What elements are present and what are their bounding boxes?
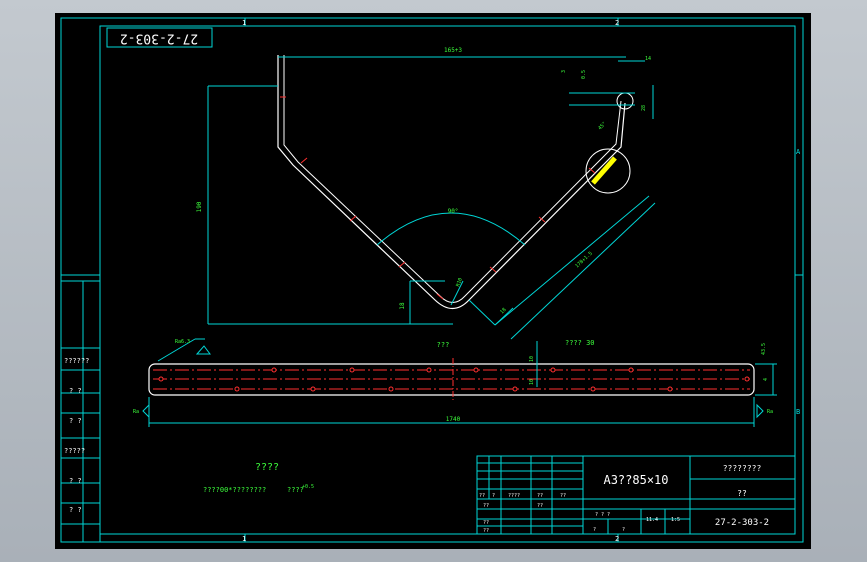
- drawing-sheet: 1 2 1 2 A B 27-2-303-2 ?????? ? ? ? ? ??…: [55, 13, 811, 549]
- bent-plate-view: 165+3 190 18 90° R10 18 178+1.5 14 28 3 …: [196, 47, 656, 340]
- zone-label-right-b: B: [796, 408, 800, 416]
- inner-frame: [99, 25, 796, 535]
- dim-plate-small: 10: [529, 379, 535, 385]
- dim-detail-height: 28: [641, 105, 647, 111]
- dim-small-height: 18: [399, 302, 406, 310]
- dim-top-width: 165+3: [444, 47, 462, 54]
- left-strip-cell: ? ?: [69, 417, 82, 425]
- dim-slant-length: 178+1.5: [574, 251, 594, 270]
- flat-plate-view: 1740 43.5 4 10 10 ??? ???? 30 Ra6.3 Ra R…: [133, 338, 777, 427]
- left-strip-cell: ??????: [64, 357, 89, 365]
- tb-scale: 1:5: [671, 517, 680, 523]
- dim-plate-height: 43.5: [761, 343, 767, 355]
- weld-tag: Ra6.3: [175, 339, 190, 345]
- dim-bend-radius: R10: [455, 277, 464, 288]
- plate-spacing-note: ???? 30: [565, 339, 595, 347]
- zone-label-bottom-1: 1: [242, 535, 246, 543]
- dim-detail-width: 14: [645, 56, 651, 62]
- scale-label: ??: [737, 489, 747, 498]
- dim-plate-small: 10: [529, 356, 535, 362]
- dim-detail-small: 0.5: [581, 70, 587, 79]
- zone-label-bottom-2: 2: [615, 535, 619, 543]
- dim-plate-length: 1740: [446, 416, 461, 423]
- notes-line-1: ????00*????????: [203, 486, 266, 494]
- left-strip-cell: ? ?: [69, 506, 82, 514]
- tb-row-label: ?: [492, 493, 495, 499]
- tb-left-cell: ??: [483, 503, 489, 509]
- dim-detail-angle: 45°: [597, 121, 608, 132]
- tb-row-label: ??: [560, 493, 566, 499]
- cad-drawing: 1 2 1 2 A B 27-2-303-2 ?????? ? ? ? ? ??…: [60, 17, 804, 543]
- drawing-number: 27-2-303-2: [715, 518, 769, 528]
- plate-title: ???: [437, 341, 450, 349]
- title-block: A3??85×10 ???????? ?? 27-2-303-2 ?? ? ??…: [476, 455, 796, 535]
- tb-mid-label: ?: [622, 527, 625, 533]
- part-name: ????????: [723, 464, 762, 473]
- notes-line-2-suffix: +0.5: [302, 484, 314, 490]
- tb-left-cell: ??: [483, 528, 489, 534]
- outer-frame: [60, 17, 804, 543]
- zone-label-top-2: 2: [615, 19, 619, 27]
- tb-row-label: ??: [479, 493, 485, 499]
- left-strip-table: ?????? ? ? ? ? ????? ? ? ? ?: [60, 280, 101, 543]
- dim-plate-small: 4: [763, 378, 769, 381]
- drawing-number-rotated: 27-2-303-2: [120, 31, 198, 46]
- notes-heading: ????: [255, 462, 279, 473]
- tb-mid-label: ?: [593, 527, 596, 533]
- dim-detail-3: 3: [561, 70, 567, 73]
- tb-weight: 11.4: [646, 517, 658, 523]
- tb-left-cell: ??: [483, 520, 489, 526]
- zone-label-right-a: A: [796, 148, 801, 156]
- dim-angle: 90°: [448, 208, 459, 215]
- tb-row-label: ??: [537, 493, 543, 499]
- left-strip-cell: ?????: [64, 447, 85, 455]
- edge-mark-left: Ra: [133, 409, 139, 415]
- material-spec: A3??85×10: [603, 473, 668, 487]
- tb-mid-label: ? ? ?: [595, 512, 610, 518]
- dim-height: 190: [196, 201, 203, 212]
- technical-notes: ???? ????00*???????? ???? +0.5: [203, 462, 314, 494]
- left-strip-cell: ? ?: [69, 387, 82, 395]
- edge-mark-right: Ra: [767, 409, 773, 415]
- tb-left-cell: ??: [537, 503, 543, 509]
- left-strip-cell: ? ?: [69, 477, 82, 485]
- zone-label-top-1: 1: [242, 19, 246, 27]
- tb-row-label: ????: [508, 493, 520, 499]
